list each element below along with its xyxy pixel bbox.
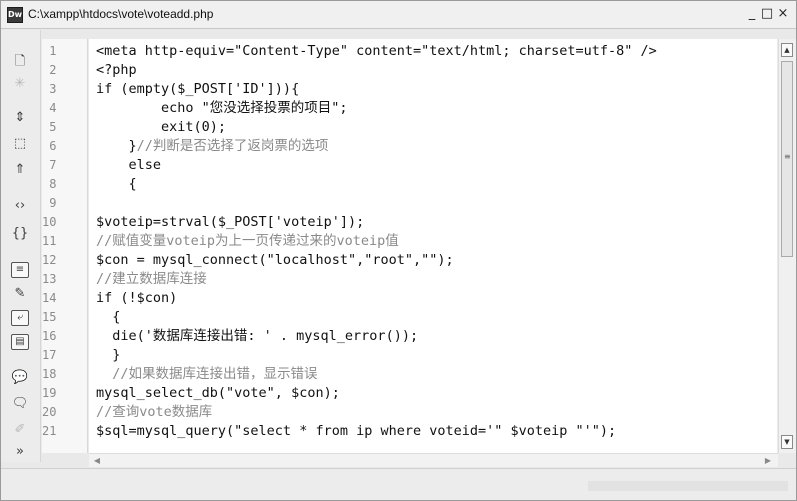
title-bar[interactable]: Dw C:\xampp\htdocs\vote\voteadd.php _ □ …	[1, 1, 796, 29]
close-button[interactable]: ×	[776, 6, 790, 22]
editor-window: Dw C:\xampp\htdocs\vote\voteadd.php _ □ …	[0, 0, 797, 501]
format-icon[interactable]: ✐	[9, 420, 31, 440]
line-number: 7	[49, 158, 57, 172]
code-line[interactable]: die('数据库连接出错: ' . mysql_error());	[89, 327, 657, 346]
select-block-icon[interactable]: ⬚	[9, 134, 31, 154]
code-line[interactable]: $sql=mysql_query("select * from ip where…	[89, 422, 657, 441]
code-line[interactable]: }	[89, 346, 657, 365]
braces-icon[interactable]: {}	[9, 224, 31, 244]
file-icon[interactable]: 🗋	[9, 52, 31, 72]
wrap-icon[interactable]: ⤶	[11, 310, 29, 326]
more-icon[interactable]: »	[9, 442, 31, 462]
status-grip	[588, 481, 788, 491]
code-line[interactable]: $con = mysql_connect("localhost","root",…	[89, 251, 657, 270]
code-line[interactable]: //建立数据库连接	[89, 270, 657, 289]
line-number: 12	[42, 253, 57, 267]
line-number: 15	[42, 310, 57, 324]
comment-icon[interactable]: 💬	[9, 368, 31, 388]
scroll-up-button[interactable]: ▲	[781, 43, 793, 57]
status-bar	[1, 468, 796, 500]
code-line[interactable]: echo "您没选择投票的项目";	[89, 99, 657, 118]
code-comment: //查询vote数据库	[96, 404, 213, 420]
minimize-button[interactable]: _	[745, 6, 759, 22]
scroll-thumb[interactable]: ≡	[781, 61, 793, 257]
coding-toolbar: 🗋 ✳ ⇕ ⬚ ⇑ ‹› {} ≡ ✎ ⤶ ▤ 💬 🗨 ✐ »	[1, 30, 41, 462]
code-line[interactable]: {	[89, 175, 657, 194]
line-number: 20	[42, 405, 57, 419]
line-number: 2	[49, 63, 57, 77]
code-line[interactable]: {	[89, 308, 657, 327]
code-comment: //建立数据库连接	[96, 271, 207, 287]
code-line[interactable]: if (empty($_POST['ID'])){	[89, 80, 657, 99]
code-line[interactable]: //查询vote数据库	[89, 403, 657, 422]
code-line[interactable]: exit(0);	[89, 118, 657, 137]
code-comment: //赋值变量voteip为上一页传递过来的voteip值	[96, 233, 399, 249]
code-line[interactable]: mysql_select_db("vote", $con);	[89, 384, 657, 403]
scroll-right-button[interactable]: ▶	[762, 455, 774, 466]
line-number: 21	[42, 424, 57, 438]
line-number: 11	[42, 234, 57, 248]
scroll-left-button[interactable]: ◀	[91, 455, 103, 466]
collapse-icon[interactable]: ⇑	[9, 160, 31, 180]
code-line[interactable]: else	[89, 156, 657, 175]
line-number: 18	[42, 367, 57, 381]
asterisk-icon[interactable]: ✳	[9, 74, 31, 94]
code-line[interactable]: //赋值变量voteip为上一页传递过来的voteip值	[89, 232, 657, 251]
line-number: 9	[49, 196, 57, 210]
syntax-icon[interactable]: ▤	[11, 334, 29, 350]
grip-icon: ≡	[784, 152, 791, 161]
line-number: 13	[42, 272, 57, 286]
line-numbers-icon[interactable]: ≡	[11, 262, 29, 278]
code-line[interactable]: <?php	[89, 61, 657, 80]
horizontal-scrollbar[interactable]: ◀ ▶	[89, 453, 778, 467]
line-number: 10	[42, 215, 57, 229]
line-number: 8	[49, 177, 57, 191]
line-number: 5	[49, 120, 57, 134]
line-number: 14	[42, 291, 57, 305]
line-number: 4	[49, 101, 57, 115]
vertical-scrollbar[interactable]: ▲ ≡ ▼	[778, 39, 796, 453]
tag-icon[interactable]: ‹›	[9, 196, 31, 216]
line-number: 19	[42, 386, 57, 400]
code-line[interactable]: //如果数据库连接出错，显示错误	[89, 365, 657, 384]
line-number: 16	[42, 329, 57, 343]
line-number: 6	[49, 139, 57, 153]
highlight-icon[interactable]: ✎	[9, 284, 31, 304]
dreamweaver-app-icon: Dw	[7, 7, 23, 23]
code-comment: //如果数据库连接出错，显示错误	[112, 366, 318, 382]
line-number-gutter: 1 2 3 4 5 6 7 8 9 10 11 12 13 14 15 16 17 18 19 20 21	[42, 39, 88, 453]
window-title: C:\xampp\htdocs\vote\voteadd.php	[28, 7, 214, 21]
scroll-down-button[interactable]: ▼	[781, 435, 793, 449]
code-line[interactable]	[89, 194, 657, 213]
line-number: 3	[49, 82, 57, 96]
code-line[interactable]: $voteip=strval($_POST['voteip']);	[89, 213, 657, 232]
line-number: 1	[49, 44, 57, 58]
code-line[interactable]: }//判断是否选择了返岗票的选项	[89, 137, 657, 156]
expand-icon[interactable]: ⇕	[9, 108, 31, 128]
code-line[interactable]: if (!$con)	[89, 289, 657, 308]
code-line[interactable]: <meta http-equiv="Content-Type" content=…	[89, 42, 657, 61]
uncomment-icon[interactable]: 🗨	[9, 394, 31, 414]
maximize-button[interactable]: □	[760, 6, 774, 22]
line-number: 17	[42, 348, 57, 362]
code-comment: //判断是否选择了返岗票的选项	[136, 138, 329, 154]
code-area[interactable]: <meta http-equiv="Content-Type" content=…	[89, 39, 777, 453]
